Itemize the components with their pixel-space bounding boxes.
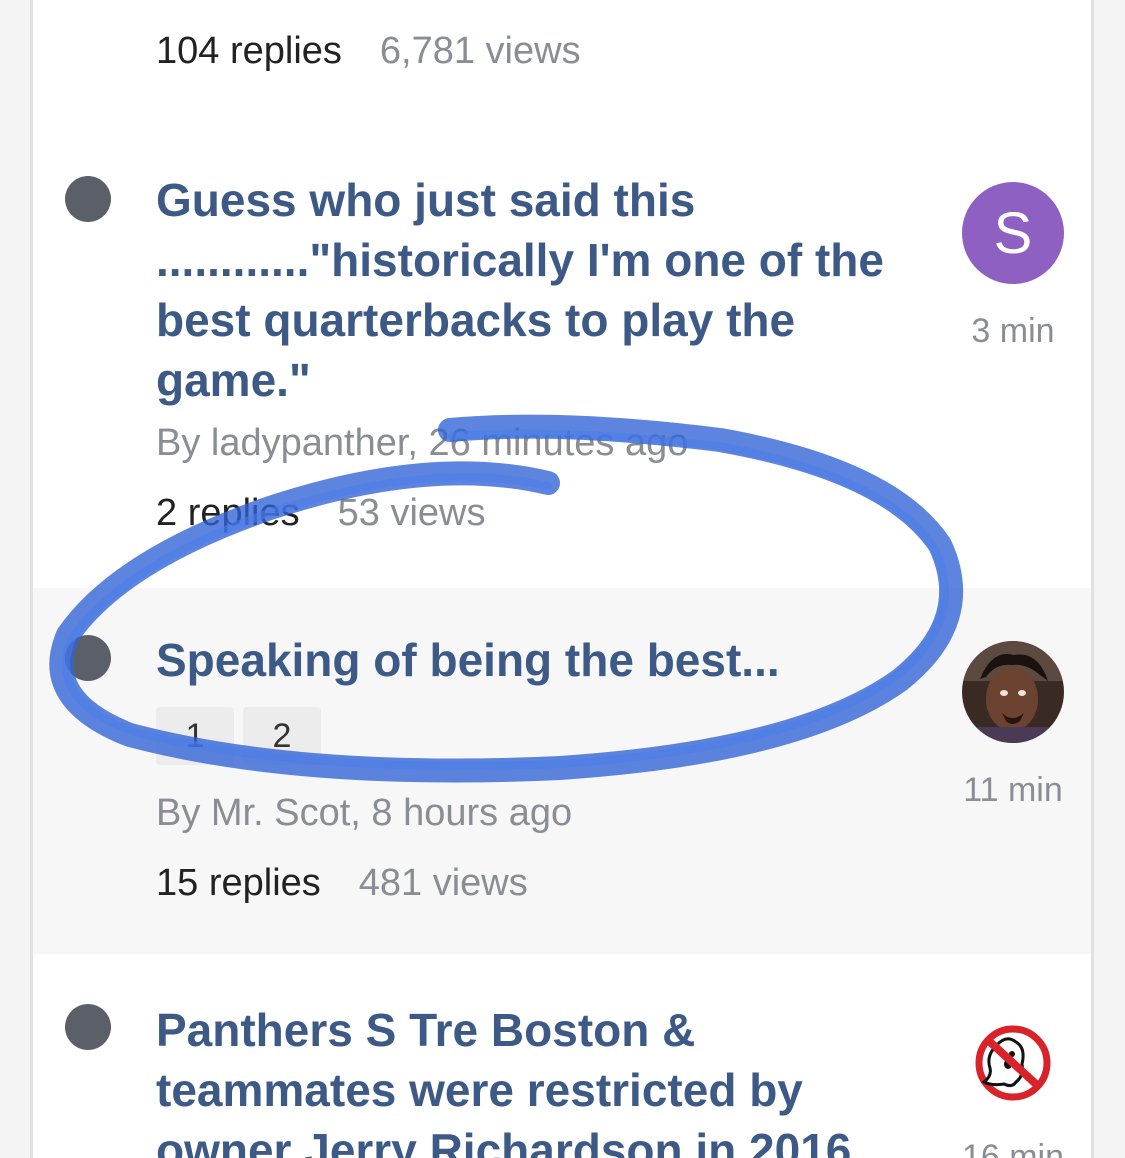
topic-stats: 2 replies 53 views — [156, 492, 485, 535]
topic-stats: 15 replies 481 views — [156, 862, 528, 905]
page-2-button[interactable]: 2 — [243, 707, 321, 765]
last-post-time[interactable]: 3 min — [933, 312, 1091, 351]
replies-count: 104 replies — [156, 30, 342, 72]
last-post-time[interactable]: 16 min — [933, 1138, 1091, 1158]
topic-list: 104 replies 6,781 views Guess who just sa… — [30, 0, 1094, 1158]
topic-byline: By ladypanther, 26 minutes ago — [156, 422, 689, 464]
topic-row[interactable]: 104 replies 6,781 views — [33, 0, 1091, 128]
user-photo-avatar-icon — [962, 641, 1064, 743]
ghostbusters-logo-icon — [975, 1025, 1051, 1101]
topic-title-link[interactable]: Speaking of being the best... — [156, 630, 916, 690]
topic-row[interactable]: Guess who just said this ............"hi… — [33, 128, 1091, 588]
ghostbusters-logo-avatar[interactable] — [962, 1012, 1064, 1114]
page-1-button[interactable]: 1 — [156, 707, 234, 765]
last-post-time[interactable]: 11 min — [933, 771, 1091, 810]
views-count: 481 views — [358, 862, 528, 904]
views-count: 53 views — [337, 492, 486, 534]
user-avatar[interactable]: S — [962, 182, 1064, 284]
topic-title-link[interactable]: Guess who just said this ............"hi… — [156, 170, 916, 410]
topic-title-link[interactable]: Panthers S Tre Boston & teammates were r… — [156, 1000, 916, 1158]
topic-stats: 104 replies 6,781 views — [156, 30, 581, 73]
replies-count: 2 replies — [156, 492, 300, 534]
unread-dot-icon[interactable] — [65, 635, 111, 681]
topic-byline: By Mr. Scot, 8 hours ago — [156, 792, 573, 834]
topic-row[interactable]: Speaking of being the best... 1 2 By Mr.… — [33, 588, 1091, 954]
unread-dot-icon[interactable] — [65, 1004, 111, 1050]
topic-row[interactable]: Panthers S Tre Boston & teammates were r… — [33, 954, 1091, 1158]
unread-dot-icon[interactable] — [65, 176, 111, 222]
replies-count: 15 replies — [156, 862, 321, 904]
user-photo-avatar[interactable] — [962, 641, 1064, 743]
views-count: 6,781 views — [379, 30, 581, 72]
pagination: 1 2 — [156, 707, 321, 765]
